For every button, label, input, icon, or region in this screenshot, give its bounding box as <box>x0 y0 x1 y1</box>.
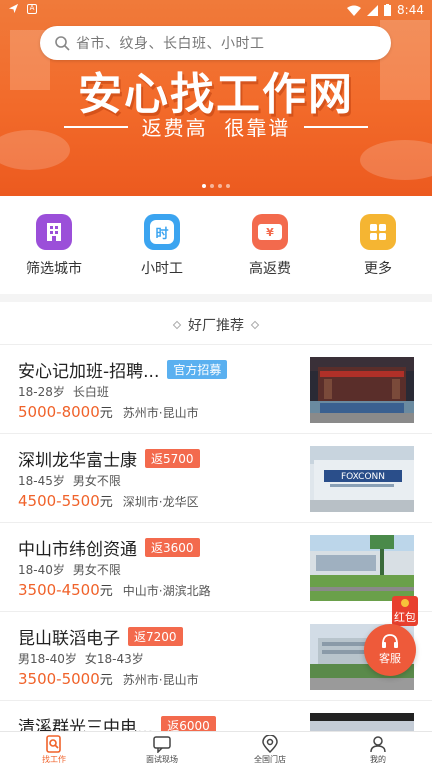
chat-icon <box>153 736 171 753</box>
tab-label: 面试现场 <box>146 755 178 764</box>
category-label: 小时工 <box>141 261 183 277</box>
divider <box>304 125 369 128</box>
svg-text:FOXCONN: FOXCONN <box>341 472 385 482</box>
customer-service-label: 客服 <box>379 652 401 665</box>
job-title: 中山市纬创资通 <box>18 540 137 560</box>
job-title: 昆山联滔电子 <box>18 629 120 649</box>
hour-icon: 时 <box>144 214 180 250</box>
job-salary-unit: 元 <box>99 495 113 510</box>
status-bar: A 8:44 <box>0 0 432 22</box>
tab-mine[interactable]: 我的 <box>324 732 432 768</box>
job-tag: 返7200 <box>128 627 183 646</box>
notification-icon: A <box>27 3 37 14</box>
job-req-item: 男女不限 <box>72 474 121 488</box>
red-packet-button[interactable]: 红包 <box>388 596 422 626</box>
tab-stores[interactable]: 全国门店 <box>216 732 324 768</box>
job-req-item: 长白班 <box>72 385 109 399</box>
search-placeholder: 省市、纹身、长白班、小时工 <box>76 36 265 52</box>
job-salary-unit: 元 <box>99 406 113 421</box>
tab-label: 全国门店 <box>254 755 286 764</box>
job-card[interactable]: 中山市纬创资通 返3600 18-40岁 男女不限 3500-4500元 中山市… <box>0 522 432 611</box>
job-req-item: 18-28岁 <box>18 385 65 399</box>
category-label: 更多 <box>364 261 392 277</box>
banner-subtitle: 返费高 很靠谱 <box>141 116 291 140</box>
job-tag: 官方招募 <box>167 360 228 379</box>
job-card[interactable]: 深圳龙华富士康 返5700 18-45岁 男女不限 4500-5500元 深圳市… <box>0 433 432 522</box>
carousel-dot <box>202 184 206 188</box>
diamond-icon <box>250 320 260 330</box>
job-list: 安心记加班-招聘... 官方招募 18-28岁 长白班 5000-8000元 苏… <box>0 344 432 768</box>
bottom-tab-bar: 找工作 面试现场 全国门店 我的 <box>0 731 432 768</box>
carousel-dot <box>226 184 230 188</box>
job-requirements: 18-40岁 男女不限 <box>18 561 121 578</box>
money-icon: ¥ <box>252 214 288 250</box>
job-req-item: 18-45岁 <box>18 474 65 488</box>
category-hourly[interactable]: 时 小时工 <box>108 204 216 290</box>
battery-icon <box>384 4 392 16</box>
category-label: 筛选城市 <box>26 261 82 277</box>
divider <box>63 125 128 128</box>
tab-find-job[interactable]: 找工作 <box>0 732 108 768</box>
job-salary: 3500-5000 <box>18 670 100 688</box>
job-location: 中山市·湖滨北路 <box>122 584 211 598</box>
category-row: 筛选城市 时 小时工 ¥ 高返费 更多 <box>0 204 432 290</box>
foxconn-sign-photo: FOXCONN <box>310 446 414 512</box>
carousel-dot <box>210 184 214 188</box>
location-icon <box>262 735 278 753</box>
building-icon <box>36 214 72 250</box>
red-packet-label: 红包 <box>394 611 416 624</box>
signal-icon <box>367 4 379 16</box>
category-high-rebate[interactable]: ¥ 高返费 <box>216 204 324 290</box>
category-label: 高返费 <box>249 261 291 277</box>
job-req-item: 女18-43岁 <box>84 652 144 666</box>
job-salary: 4500-5500 <box>18 492 100 510</box>
category-more[interactable]: 更多 <box>324 204 432 290</box>
category-filter-city[interactable]: 筛选城市 <box>0 204 108 290</box>
search-input[interactable]: 省市、纹身、长白班、小时工 <box>40 26 391 60</box>
send-icon <box>8 3 19 14</box>
factory-gate-photo <box>310 357 414 423</box>
job-req-item: 男18-40岁 <box>18 652 77 666</box>
carousel-dot <box>218 184 222 188</box>
user-icon <box>370 736 386 753</box>
job-location: 苏州市·昆山市 <box>122 673 199 687</box>
tab-label: 找工作 <box>42 755 66 764</box>
job-location: 苏州市·昆山市 <box>122 406 199 420</box>
search-job-icon <box>46 735 61 753</box>
job-requirements: 18-45岁 男女不限 <box>18 472 121 489</box>
job-req-item: 男女不限 <box>72 563 121 577</box>
diamond-icon <box>172 320 182 330</box>
search-icon <box>55 36 70 51</box>
grid-icon <box>360 214 396 250</box>
section-header: 好厂推荐 <box>0 306 432 344</box>
job-card[interactable]: 安心记加班-招聘... 官方招募 18-28岁 长白班 5000-8000元 苏… <box>0 344 432 433</box>
job-req-item: 18-40岁 <box>18 563 65 577</box>
job-requirements: 18-28岁 长白班 <box>18 383 109 400</box>
tab-interview[interactable]: 面试现场 <box>108 732 216 768</box>
wifi-icon <box>347 5 362 16</box>
job-salary-unit: 元 <box>99 673 113 688</box>
tab-label: 我的 <box>370 755 386 764</box>
job-tag: 返3600 <box>145 538 200 557</box>
job-title: 深圳龙华富士康 <box>18 451 137 471</box>
job-salary-unit: 元 <box>99 584 113 599</box>
hero-banner[interactable]: A 8:44 省市、纹身、长白班、小时工 安心找工作网 返费高 很靠谱 <box>0 0 432 196</box>
job-title: 安心记加班-招聘... <box>18 362 160 382</box>
job-requirements: 男18-40岁 女18-43岁 <box>18 650 144 667</box>
factory-campus-photo <box>310 535 414 601</box>
section-title: 好厂推荐 <box>188 318 244 334</box>
customer-service-button[interactable]: 客服 <box>364 624 416 676</box>
status-time: 8:44 <box>397 3 424 17</box>
banner-subtitle-row: 返费高 很靠谱 <box>0 112 432 141</box>
carousel-indicator <box>0 184 432 188</box>
headset-icon <box>382 634 398 648</box>
job-tag: 返5700 <box>145 449 200 468</box>
job-salary: 3500-4500 <box>18 581 100 599</box>
section-divider <box>0 294 432 302</box>
job-salary: 5000-8000 <box>18 403 100 421</box>
job-location: 深圳市·龙华区 <box>122 495 199 509</box>
